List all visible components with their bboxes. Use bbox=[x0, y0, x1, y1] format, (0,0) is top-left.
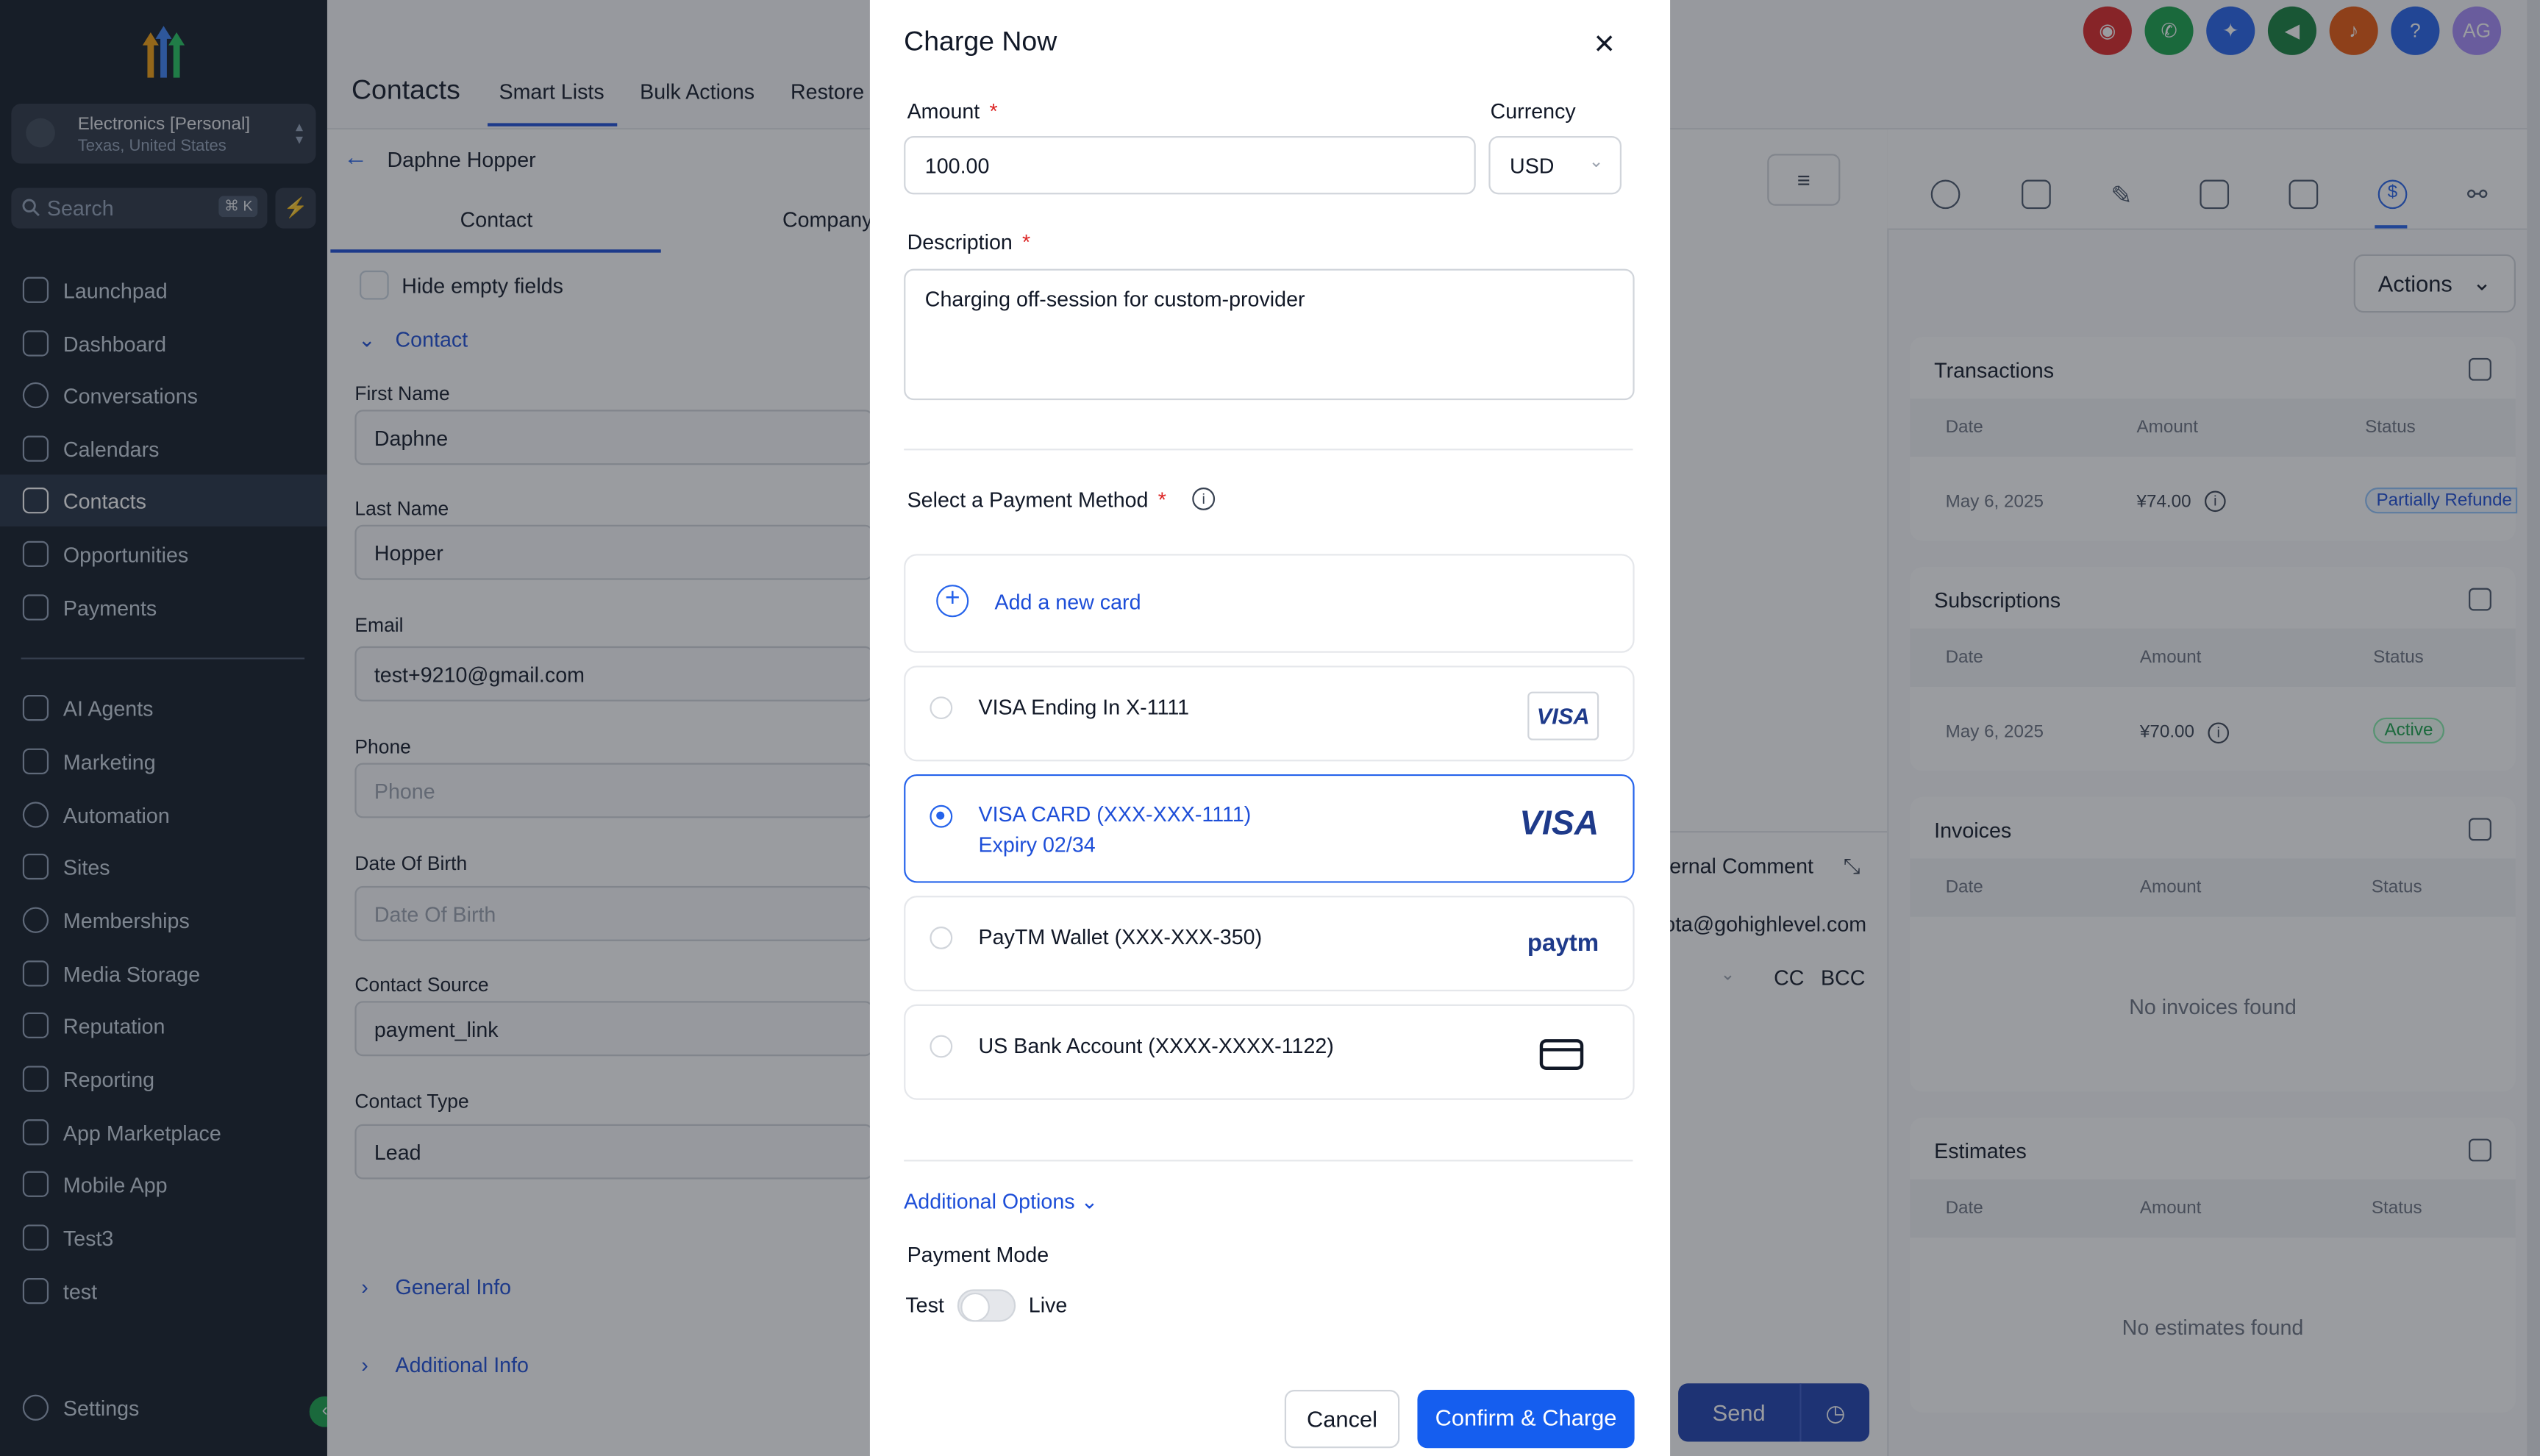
mode-live-label: Live bbox=[1028, 1292, 1068, 1317]
card-icon bbox=[1539, 1039, 1584, 1070]
close-icon[interactable]: × bbox=[1594, 25, 1615, 61]
chevron-down-icon: ⌄ bbox=[1074, 1188, 1099, 1213]
additional-options-label: Additional Options bbox=[904, 1188, 1075, 1213]
add-new-card-button[interactable]: + Add a new card bbox=[904, 554, 1635, 653]
charge-now-modal: Charge Now × Amount * 100.00 Currency USD… bbox=[869, 0, 1671, 1456]
required-marker: * bbox=[1157, 488, 1166, 513]
divider bbox=[904, 1160, 1633, 1162]
payment-mode-toggle[interactable] bbox=[957, 1289, 1016, 1322]
additional-options-toggle[interactable]: Additional Options ⌄ bbox=[904, 1189, 1098, 1215]
payment-method-option[interactable]: VISA Ending In X-1111 VISA bbox=[904, 665, 1635, 762]
method-label: VISA Ending In X-1111 bbox=[978, 695, 1190, 720]
method-label: VISA CARD (XXX-XXX-1111) bbox=[978, 802, 1252, 827]
required-marker: * bbox=[1022, 229, 1031, 254]
mode-test-label: Test bbox=[905, 1292, 944, 1317]
divider bbox=[904, 449, 1633, 451]
payment-mode-label: Payment Mode bbox=[907, 1242, 1049, 1267]
payment-method-label: Select a Payment Method * bbox=[907, 488, 1166, 512]
currency-label: Currency bbox=[1490, 99, 1576, 124]
description-label-text: Description bbox=[907, 229, 1013, 254]
chevron-down-icon: ⌄ bbox=[1588, 152, 1604, 172]
payment-method-option-selected[interactable]: VISA CARD (XXX-XXX-1111) Expiry 02/34 VI… bbox=[904, 774, 1635, 883]
modal-title: Charge Now bbox=[904, 26, 1057, 57]
visa-logo-icon: VISA bbox=[1519, 804, 1599, 843]
confirm-charge-button[interactable]: Confirm & Charge bbox=[1417, 1390, 1635, 1449]
method-label: PayTM Wallet (XXX-XXX-350) bbox=[978, 924, 1263, 949]
info-icon[interactable]: i bbox=[1192, 488, 1216, 510]
currency-select[interactable]: USD ⌄ bbox=[1488, 136, 1622, 195]
amount-label-text: Amount bbox=[907, 99, 980, 124]
visa-logo-icon: VISA bbox=[1527, 691, 1599, 741]
radio-button[interactable] bbox=[930, 927, 953, 949]
method-expiry: Expiry 02/34 bbox=[978, 832, 1096, 857]
amount-label: Amount * bbox=[907, 99, 998, 123]
description-label: Description * bbox=[907, 230, 1031, 254]
payment-method-label-text: Select a Payment Method bbox=[907, 488, 1149, 513]
description-textarea[interactable]: Charging off-session for custom-provider bbox=[904, 268, 1635, 401]
required-marker: * bbox=[989, 99, 998, 124]
radio-button[interactable] bbox=[930, 804, 953, 828]
amount-field[interactable]: 100.00 bbox=[904, 136, 1476, 195]
paytm-logo-icon: paytm bbox=[1527, 929, 1599, 957]
plus-circle-icon: + bbox=[936, 585, 969, 618]
currency-value: USD bbox=[1510, 154, 1555, 179]
payment-method-option[interactable]: PayTM Wallet (XXX-XXX-350) paytm bbox=[904, 896, 1635, 992]
add-card-label: Add a new card bbox=[994, 589, 1141, 614]
payment-method-option[interactable]: US Bank Account (XXXX-XXXX-1122) bbox=[904, 1004, 1635, 1100]
cancel-button[interactable]: Cancel bbox=[1284, 1390, 1400, 1449]
radio-button[interactable] bbox=[930, 696, 953, 720]
radio-button[interactable] bbox=[930, 1035, 953, 1058]
method-label: US Bank Account (XXXX-XXXX-1122) bbox=[978, 1033, 1334, 1058]
